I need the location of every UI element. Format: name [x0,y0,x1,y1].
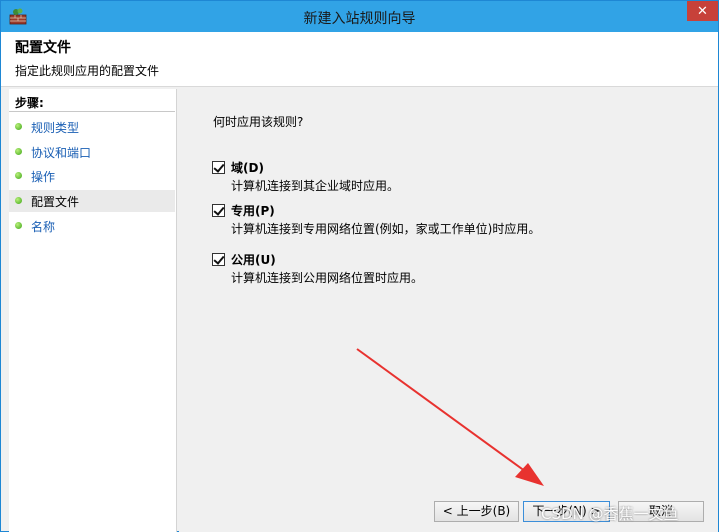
annotation-arrow-icon [356,348,544,486]
watermark: CSDN @香蕉一文鱼 [541,505,679,523]
back-button[interactable]: < 上一步(B) [434,501,519,522]
wizard-window: 新建入站规则向导 ✕ 配置文件 指定此规则应用的配置文件 步骤: 规则类型 协议… [0,0,719,532]
